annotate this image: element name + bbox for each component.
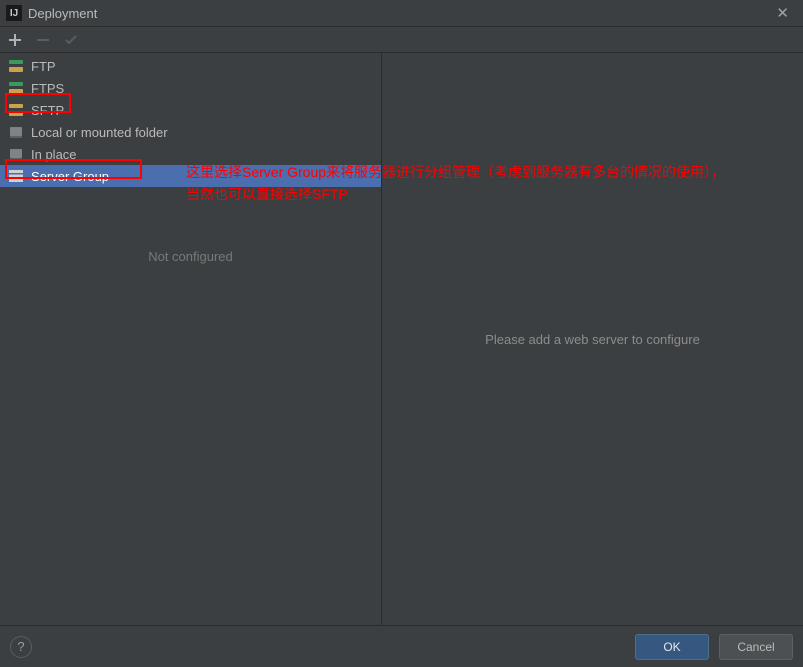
cancel-button[interactable]: Cancel <box>719 634 793 660</box>
local-folder-icon <box>8 124 24 140</box>
ok-button[interactable]: OK <box>635 634 709 660</box>
menu-item-inplace[interactable]: In place <box>0 143 381 165</box>
connection-type-menu: FTP FTPS SFTP Local or mounted folder <box>0 53 381 189</box>
app-icon: IJ <box>6 5 22 21</box>
titlebar: IJ Deployment ✕ <box>0 0 803 27</box>
remove-button[interactable] <box>32 29 54 51</box>
dialog-button-row: ? OK Cancel <box>0 625 803 667</box>
menu-item-ftp[interactable]: FTP <box>0 55 381 77</box>
ftp-icon <box>8 58 24 74</box>
help-button[interactable]: ? <box>10 636 32 658</box>
menu-label: FTP <box>31 59 56 74</box>
check-icon <box>64 33 78 47</box>
menu-label: FTPS <box>31 81 64 96</box>
menu-label: Local or mounted folder <box>31 125 168 140</box>
window-title: Deployment <box>28 6 97 21</box>
plus-icon <box>8 33 22 47</box>
add-button[interactable] <box>4 29 26 51</box>
right-panel: Please add a web server to configure <box>382 53 803 625</box>
ftps-icon <box>8 80 24 96</box>
sftp-icon <box>8 102 24 118</box>
menu-item-server-group[interactable]: Server Group <box>0 165 381 187</box>
left-panel: FTP FTPS SFTP Local or mounted folder <box>0 53 382 625</box>
menu-label: SFTP <box>31 103 64 118</box>
menu-item-sftp[interactable]: SFTP <box>0 99 381 121</box>
default-button[interactable] <box>60 29 82 51</box>
menu-item-ftps[interactable]: FTPS <box>0 77 381 99</box>
server-group-icon <box>8 168 24 184</box>
menu-label: Server Group <box>31 169 109 184</box>
menu-label: In place <box>31 147 77 162</box>
close-icon[interactable]: ✕ <box>772 4 793 22</box>
not-configured-text: Not configured <box>0 249 381 264</box>
menu-item-local[interactable]: Local or mounted folder <box>0 121 381 143</box>
inplace-icon <box>8 146 24 162</box>
empty-state-message: Please add a web server to configure <box>485 332 700 347</box>
content-area: FTP FTPS SFTP Local or mounted folder <box>0 53 803 625</box>
toolbar <box>0 27 803 53</box>
minus-icon <box>36 33 50 47</box>
